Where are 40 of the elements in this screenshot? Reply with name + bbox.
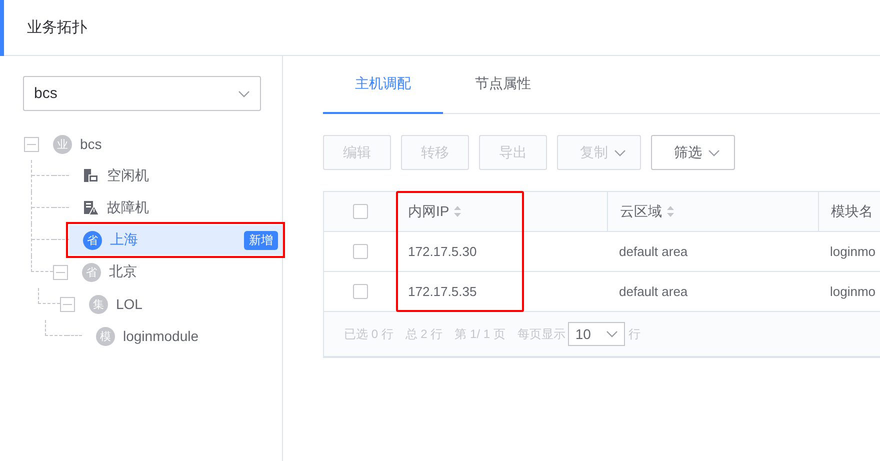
column-header: 云区域	[620, 202, 662, 220]
new-badge[interactable]: 新增	[244, 230, 278, 250]
row-checkbox[interactable]	[352, 284, 368, 299]
select-all-checkbox[interactable]	[352, 204, 368, 219]
table-cell: loginmo	[830, 244, 876, 259]
collapse-toggle[interactable]	[60, 296, 75, 312]
tab[interactable]: 主机调配	[323, 56, 443, 114]
chevron-down-icon	[238, 90, 250, 98]
node-type-icon: 省	[83, 230, 102, 250]
column-header: 模块名	[831, 202, 873, 220]
table-cell: default area	[619, 244, 688, 259]
tree-node[interactable]: 空闲机	[69, 161, 282, 191]
sort-icon[interactable]	[666, 205, 675, 218]
business-select[interactable]: bcs	[23, 76, 261, 111]
table-cell: loginmo	[830, 284, 876, 299]
tree-node[interactable]: 模 loginmodule	[82, 321, 282, 351]
tree-node[interactable]: 省 北京	[68, 257, 282, 287]
chevron-down-icon	[606, 330, 618, 338]
node-type-icon: 业	[53, 134, 72, 154]
server-icon	[83, 168, 99, 184]
node-type-icon: 集	[89, 294, 108, 314]
tree-node[interactable]: 集 LOL	[75, 289, 282, 319]
collapse-toggle[interactable]	[53, 264, 68, 280]
toolbar-button[interactable]: 筛选	[651, 135, 735, 170]
tree-node[interactable]: 故障机	[69, 193, 282, 223]
column-header: 内网IP	[408, 202, 450, 220]
page-title: 业务拓扑	[27, 18, 87, 37]
table-cell: default area	[619, 284, 688, 299]
sort-icon[interactable]	[453, 205, 462, 218]
collapse-toggle[interactable]	[24, 136, 39, 152]
node-type-icon: 模	[96, 326, 115, 346]
page-size-select[interactable]: 10	[568, 322, 626, 346]
tree-node[interactable]: 省 上海 新增	[69, 225, 282, 255]
tab[interactable]: 节点属性	[443, 56, 563, 114]
node-type-icon: 省	[82, 262, 101, 282]
server-warning-icon	[83, 200, 99, 216]
row-checkbox[interactable]	[352, 244, 368, 259]
tree-node[interactable]: 业 bcs	[39, 129, 282, 159]
table-cell: 172.17.5.30	[408, 244, 477, 259]
table-cell: 172.17.5.35	[408, 284, 477, 299]
